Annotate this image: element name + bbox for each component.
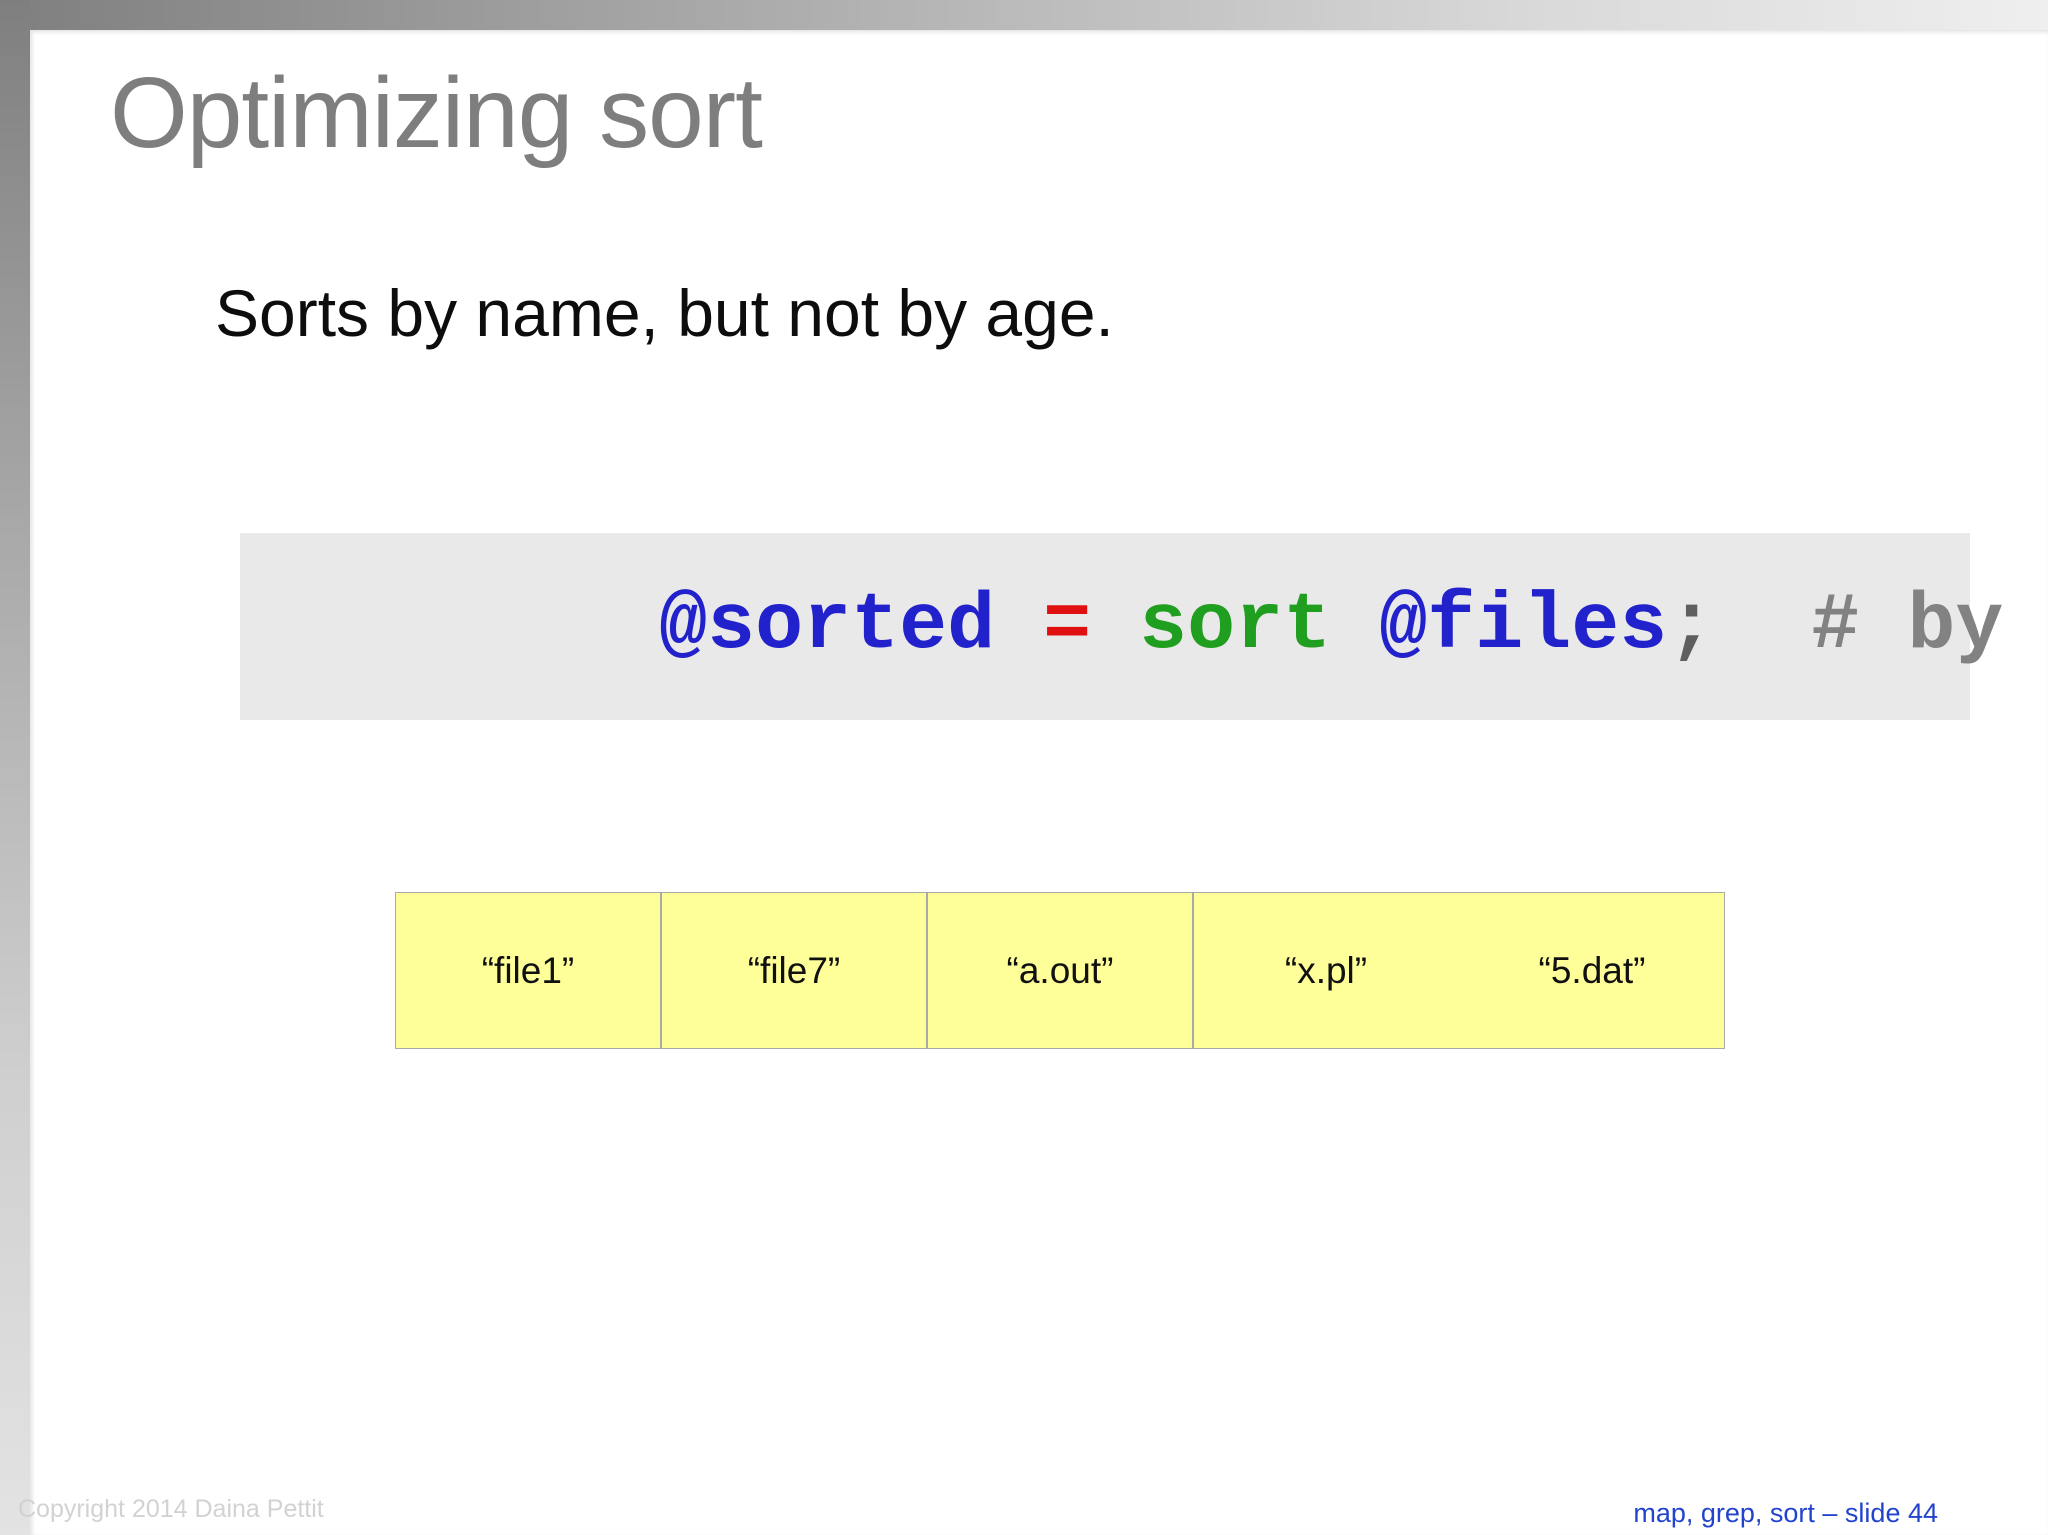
code-token-sort-keyword: sort bbox=[1139, 581, 1332, 672]
table-cell: “x.pl” bbox=[1284, 949, 1368, 991]
code-block: @sorted = sort @files; # by name bbox=[240, 533, 2003, 720]
slide-title: Optimizing sort bbox=[110, 57, 763, 169]
code-token-comment: # by name bbox=[1811, 581, 2004, 672]
code-token-equals: = bbox=[1043, 581, 1092, 672]
files-table: “file1” “file7” “a.out” “x.pl” “5.dat” bbox=[395, 892, 1725, 1049]
table-cell: “5.dat” bbox=[1538, 949, 1646, 991]
slide-footer-note: map, grep, sort – slide 44 bbox=[1633, 1498, 1938, 1528]
table-cell: “file7” bbox=[662, 893, 928, 1048]
slide-subtitle: Sorts by name, but not by age. bbox=[215, 276, 1114, 350]
code-token-sorted-var: @sorted bbox=[659, 581, 996, 672]
slide-content-area: Optimizing sort Sorts by name, but not b… bbox=[30, 30, 2048, 1535]
code-token-files-var: @files bbox=[1379, 581, 1668, 672]
table-cell: “file1” bbox=[396, 893, 662, 1048]
table-cell: “a.out” bbox=[928, 893, 1194, 1048]
slide-frame-top bbox=[0, 0, 2048, 30]
code-line: @sorted = sort @files; # by name bbox=[275, 490, 2048, 763]
slide-frame-left bbox=[0, 0, 30, 1535]
slide: Optimizing sort Sorts by name, but not b… bbox=[0, 0, 2048, 1535]
code-token-semicolon: ; bbox=[1667, 581, 1716, 672]
copyright-text: Copyright 2014 Daina Pettit bbox=[18, 1495, 324, 1523]
